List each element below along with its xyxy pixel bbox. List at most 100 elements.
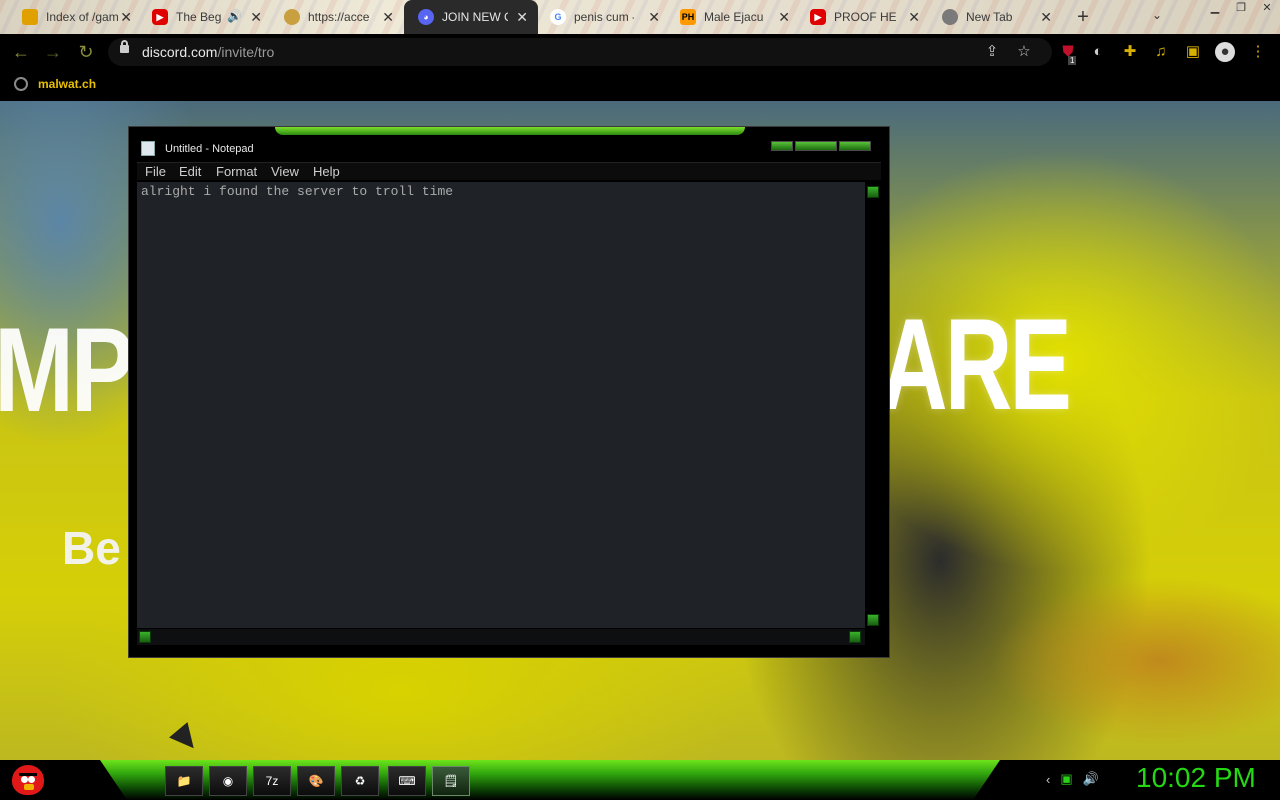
reload-icon[interactable]: ↻ — [75, 41, 97, 63]
browser-tab-active[interactable]: ◕ JOIN NEW C ✕ — [404, 0, 538, 34]
notepad-window-controls — [771, 141, 871, 151]
close-tab-icon[interactable]: ✕ — [250, 9, 262, 25]
menu-edit[interactable]: Edit — [179, 164, 201, 179]
close-tab-icon[interactable]: ✕ — [908, 9, 920, 25]
taskbar-app-button[interactable]: ◉ — [209, 766, 247, 796]
browser-tab[interactable]: https://acce ✕ — [270, 0, 404, 34]
cloud-icon — [284, 9, 300, 25]
notepad-window[interactable]: Untitled - Notepad File Edit Format View… — [128, 126, 890, 658]
taskbar-app-button-active[interactable]: 🗒 — [432, 766, 470, 796]
vertical-scrollbar[interactable] — [865, 182, 881, 628]
banner-text-right: ARE — [880, 291, 1072, 437]
bookmark-star-icon[interactable]: ☆ — [1014, 42, 1034, 62]
discord-icon: ◕ — [418, 9, 434, 25]
browser-tab[interactable]: PH Male Ejacu ✕ — [666, 0, 800, 34]
start-button[interactable] — [8, 761, 48, 799]
url-text[interactable]: discord.com/invite/tro — [142, 44, 274, 60]
restore-button[interactable]: ❐ — [1228, 0, 1254, 18]
taskbar-clock[interactable]: 10:02 PM — [1136, 762, 1256, 794]
taskbar-app-button[interactable]: ♻ — [341, 766, 379, 796]
share-icon[interactable]: ⇪ — [982, 42, 1002, 62]
lock-icon[interactable] — [120, 40, 129, 53]
menu-kebab-icon[interactable]: ⋮ — [1248, 42, 1268, 62]
back-arrow-icon[interactable]: ← — [10, 41, 32, 63]
browser-tab[interactable]: ▶ The Beg 🔊 ✕ — [138, 0, 272, 34]
profile-avatar[interactable]: ● — [1215, 42, 1235, 62]
scroll-down-button[interactable] — [867, 614, 879, 626]
emoji-icon — [22, 9, 38, 25]
close-button[interactable] — [839, 141, 871, 151]
close-tab-icon[interactable]: ✕ — [778, 9, 790, 25]
close-tab-icon[interactable]: ✕ — [382, 9, 394, 25]
bird-eye — [28, 776, 35, 783]
file-explorer-icon: 📁 — [176, 774, 192, 788]
mouse-cursor-icon — [169, 722, 203, 756]
browser-tab[interactable]: ▶ PROOF HE ✕ — [796, 0, 930, 34]
scroll-right-button[interactable] — [849, 631, 861, 643]
text-editor-area[interactable]: alright i found the server to troll time — [137, 182, 865, 628]
browser-tab[interactable]: New Tab ✕ — [928, 0, 1062, 34]
notepad-icon: 🗒 — [443, 774, 459, 788]
taskbar-app-button[interactable]: ⌨ — [388, 766, 426, 796]
scroll-up-button[interactable] — [867, 186, 879, 198]
menu-format[interactable]: Format — [216, 164, 257, 179]
bookmark-item[interactable]: malwat.ch — [14, 77, 96, 91]
minimize-button[interactable]: ▁ — [1202, 0, 1228, 18]
taskbar-app-button[interactable]: 7z — [253, 766, 291, 796]
extension-badge: 1 — [1068, 56, 1077, 65]
paint-icon: 🎨 — [308, 774, 324, 788]
browser-tab[interactable]: G penis cum - ✕ — [536, 0, 670, 34]
menu-file[interactable]: File — [145, 164, 166, 179]
bird-beak — [24, 784, 34, 790]
banner-subtext: Be — [62, 522, 121, 574]
browser-toolbar: ← → ↻ discord.com/invite/tro ⇪ ☆ ⛊ 1 ◐ ✚… — [0, 34, 1280, 70]
bookmarks-bar: malwat.ch — [0, 70, 1280, 101]
address-bar[interactable]: discord.com/invite/tro ⇪ ☆ — [108, 38, 1052, 66]
menu-help[interactable]: Help — [313, 164, 340, 179]
window-title: Untitled - Notepad — [165, 143, 254, 155]
close-tab-icon[interactable]: ✕ — [1040, 9, 1052, 25]
taskbar-app-button[interactable]: 🎨 — [297, 766, 335, 796]
system-tray: ‹ ▣ 🔊 — [1046, 771, 1099, 787]
browser-tab[interactable]: Index of /gam ✕ — [8, 0, 142, 34]
titlebar-glow — [275, 127, 745, 135]
menu-view[interactable]: View — [271, 164, 299, 179]
speaker-icon[interactable]: 🔊 — [227, 9, 242, 23]
window-controls: ▁ ❐ ✕ — [1202, 0, 1280, 18]
minimize-button[interactable] — [771, 141, 793, 151]
keyboard-icon: ⌨ — [398, 774, 416, 788]
network-icon[interactable]: ▣ — [1060, 771, 1072, 787]
media-control-icon[interactable]: ♫ — [1151, 42, 1171, 62]
tab-strip: Index of /gam ✕ ▶ The Beg 🔊 ✕ https://ac… — [0, 0, 1280, 34]
new-tab-button[interactable]: + — [1072, 6, 1094, 29]
close-tab-icon[interactable]: ✕ — [516, 9, 528, 25]
tab-search-chevron-icon[interactable]: ⌄ — [1152, 8, 1162, 22]
side-panel-icon[interactable]: ▣ — [1183, 42, 1203, 62]
google-icon: G — [550, 9, 566, 25]
flag-extension-icon[interactable]: ◐ — [1088, 42, 1108, 62]
recycle-icon: ♻ — [354, 774, 366, 788]
notepad-icon — [141, 141, 155, 156]
youtube-icon: ▶ — [810, 9, 826, 25]
extensions-puzzle-icon[interactable]: ✚ — [1120, 42, 1140, 62]
scroll-left-button[interactable] — [139, 631, 151, 643]
forward-arrow-icon[interactable]: → — [42, 41, 64, 63]
bird-eye — [21, 776, 28, 783]
7zip-icon: 7z — [265, 774, 279, 788]
banner-text-left: MP — [0, 303, 135, 437]
close-tab-icon[interactable]: ✕ — [120, 9, 132, 25]
volume-icon[interactable]: 🔊 — [1083, 771, 1099, 787]
ph-icon: PH — [680, 9, 696, 25]
globe-icon — [14, 77, 28, 91]
close-window-button[interactable]: ✕ — [1254, 0, 1280, 18]
notepad-titlebar[interactable]: Untitled - Notepad — [129, 135, 889, 161]
youtube-icon: ▶ — [152, 9, 168, 25]
horizontal-scrollbar[interactable] — [137, 629, 865, 645]
editor-content[interactable]: alright i found the server to troll time — [141, 184, 453, 199]
taskbar-app-button[interactable]: 📁 — [165, 766, 203, 796]
chrome-icon: ◉ — [222, 774, 234, 788]
show-hidden-icons-chevron-icon[interactable]: ‹ — [1046, 772, 1050, 787]
menu-bar: File Edit Format View Help — [137, 162, 881, 180]
maximize-button[interactable] — [795, 141, 837, 151]
close-tab-icon[interactable]: ✕ — [648, 9, 660, 25]
